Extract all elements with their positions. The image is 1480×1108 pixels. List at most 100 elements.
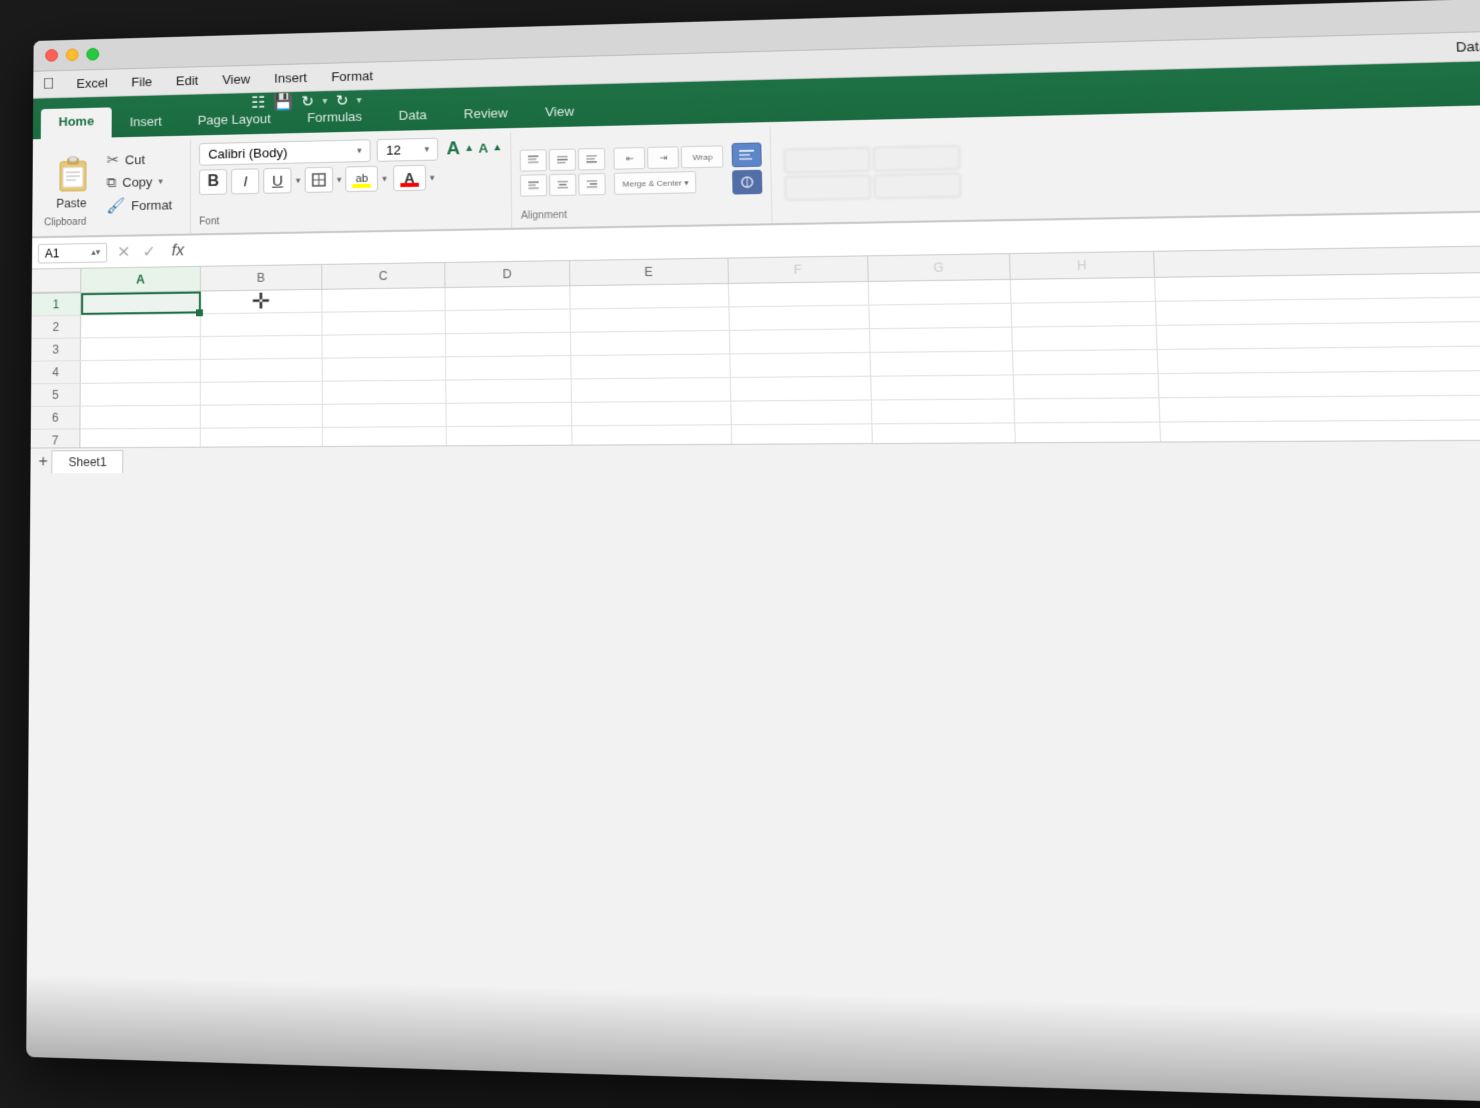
right-btn-1[interactable] (784, 147, 870, 173)
cell-h4[interactable] (1013, 350, 1159, 374)
highlight-dropdown[interactable]: ▾ (382, 173, 387, 184)
cell-d3[interactable] (446, 333, 571, 357)
cell-h3[interactable] (1012, 326, 1157, 351)
cell-a2[interactable] (81, 314, 201, 337)
cell-d6[interactable] (447, 403, 573, 426)
increase-size-caret[interactable]: ▲ (464, 143, 474, 154)
col-header-d[interactable]: D (445, 261, 570, 287)
cell-g5[interactable] (871, 375, 1014, 399)
col-header-b[interactable]: B (201, 265, 322, 291)
font-size-selector[interactable]: 12 ▾ (377, 138, 439, 162)
tab-insert[interactable]: Insert (112, 108, 180, 138)
cell-g1[interactable] (869, 280, 1012, 305)
cell-e1[interactable] (570, 284, 729, 308)
cell-f4[interactable] (730, 353, 871, 377)
cell-f1[interactable] (729, 282, 869, 306)
menu-edit[interactable]: Edit (166, 71, 208, 91)
cell-e2[interactable] (571, 307, 730, 331)
minimize-button[interactable] (66, 48, 79, 61)
menu-view[interactable]: View (212, 69, 260, 89)
cell-c6[interactable] (323, 404, 447, 427)
tab-data[interactable]: Data (380, 101, 445, 131)
cell-c3[interactable] (323, 334, 447, 357)
right-btn-2[interactable] (873, 145, 960, 171)
cell-f6[interactable] (731, 401, 872, 425)
align-center-button[interactable] (549, 174, 576, 197)
font-name-selector[interactable]: Calibri (Body) ▾ (199, 139, 371, 165)
cell-e4[interactable] (571, 354, 731, 378)
border-dropdown[interactable]: ▾ (337, 174, 342, 185)
cell-a1[interactable] (81, 292, 201, 315)
wrap-text-button[interactable]: Wrap (681, 145, 724, 168)
highlight-button[interactable]: ab (345, 166, 378, 192)
fill-handle[interactable] (196, 309, 203, 316)
align-left-button[interactable] (520, 174, 547, 197)
decrease-font-size-button[interactable]: A (476, 141, 490, 156)
row-header-5[interactable]: 5 (31, 384, 81, 406)
cell-g4[interactable] (871, 351, 1014, 375)
cell-e5[interactable] (572, 378, 732, 402)
cancel-formula-button[interactable]: ✕ (113, 240, 134, 264)
merge-button[interactable]: Merge & Center ▾ (614, 171, 697, 195)
menu-format-mac[interactable]: Format (321, 66, 383, 86)
paste-button[interactable]: Paste (44, 147, 99, 214)
cell-a5[interactable] (81, 383, 201, 406)
right-btn-4[interactable] (874, 172, 962, 198)
col-header-f[interactable]: F (728, 256, 868, 283)
cell-b5[interactable] (201, 382, 323, 405)
cell-c2[interactable] (322, 311, 445, 335)
cell-g3[interactable] (870, 328, 1013, 352)
cell-d1[interactable] (445, 286, 570, 310)
copy-button[interactable]: ⧉ Copy ▾ (101, 171, 179, 193)
cell-f3[interactable] (730, 329, 871, 353)
menu-file[interactable]: File (121, 72, 162, 91)
cell-g2[interactable] (869, 304, 1012, 328)
bold-button[interactable]: B (199, 169, 227, 195)
col-header-c[interactable]: C (322, 263, 445, 289)
align-right-button[interactable] (579, 173, 607, 196)
cell-h5[interactable] (1014, 374, 1160, 398)
format-painter-button[interactable]: 🖌 Format (100, 194, 178, 217)
cell-a6[interactable] (80, 406, 200, 429)
sheet-tab-1[interactable]: Sheet1 (52, 450, 124, 473)
tab-view[interactable]: View (526, 97, 593, 127)
redo-icon[interactable]: ↻ (336, 92, 349, 110)
apple-menu-icon[interactable]:  (43, 75, 55, 93)
row-header-3[interactable]: 3 (31, 338, 81, 360)
add-sheet-button[interactable]: + (38, 453, 47, 471)
cell-b2[interactable] (201, 313, 323, 336)
increase-indent-button[interactable]: ⇥ (647, 146, 679, 169)
cell-b4[interactable] (201, 359, 323, 382)
cell-a3[interactable] (81, 337, 201, 360)
col-header-h[interactable]: H (1010, 252, 1155, 279)
right-btn-3[interactable] (785, 174, 872, 200)
row-header-2[interactable]: 2 (31, 316, 81, 338)
cell-d4[interactable] (446, 356, 572, 379)
copy-dropdown-arrow[interactable]: ▾ (158, 176, 163, 187)
cell-c4[interactable] (323, 357, 447, 380)
decrease-indent-button[interactable]: ⇤ (614, 147, 646, 170)
cell-b3[interactable] (201, 336, 323, 359)
underline-dropdown[interactable]: ▾ (296, 175, 301, 186)
row-header-4[interactable]: 4 (31, 361, 81, 383)
col-header-e[interactable]: E (570, 259, 729, 286)
cell-f5[interactable] (731, 377, 872, 401)
col-header-g[interactable]: G (868, 254, 1011, 281)
close-button[interactable] (45, 49, 58, 62)
cell-d5[interactable] (446, 379, 572, 402)
menu-excel[interactable]: Excel (67, 73, 118, 93)
increase-font-size-button[interactable]: A (444, 138, 462, 159)
italic-button[interactable]: I (231, 168, 259, 194)
cell-d2[interactable] (446, 309, 571, 333)
fullscreen-button[interactable] (86, 48, 99, 61)
confirm-formula-button[interactable]: ✓ (138, 239, 159, 263)
cell-h6[interactable] (1015, 398, 1161, 422)
cell-b6[interactable] (201, 405, 323, 428)
tab-home[interactable]: Home (41, 107, 112, 139)
cell-b1[interactable]: ✛ (201, 290, 323, 313)
cut-button[interactable]: ✂ Cut (101, 148, 179, 171)
align-bottom-button[interactable] (578, 148, 606, 171)
blue-accent-button-1[interactable] (732, 142, 762, 167)
tab-review[interactable]: Review (445, 99, 526, 130)
decrease-size-caret[interactable]: ▲ (492, 142, 502, 153)
